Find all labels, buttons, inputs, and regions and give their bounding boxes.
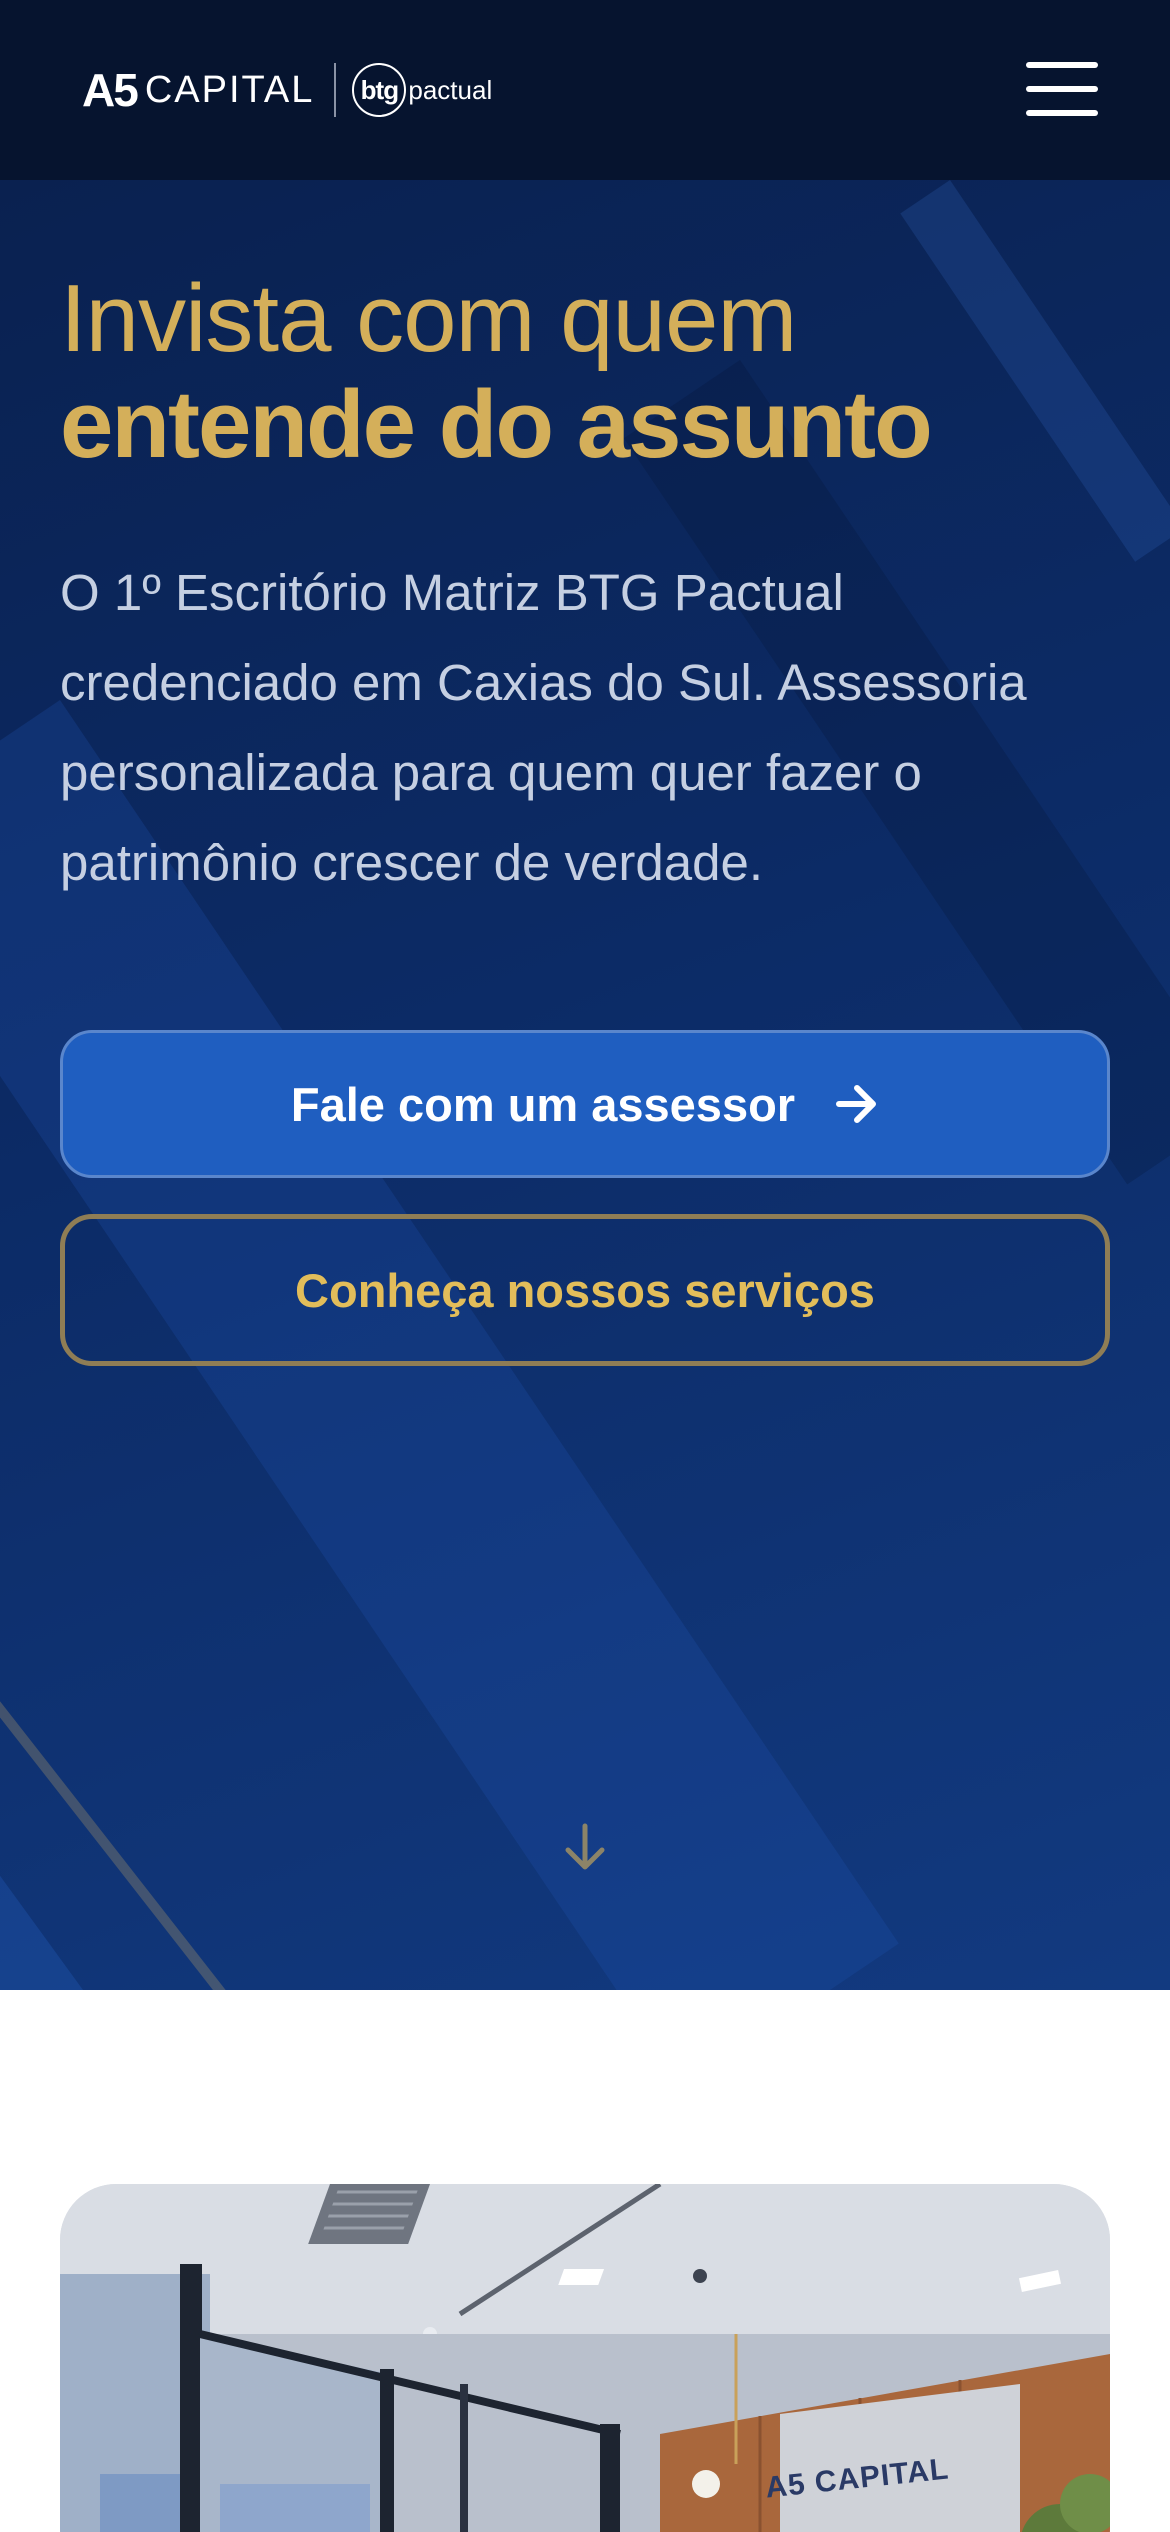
hamburger-line (1026, 110, 1098, 116)
our-services-label: Conheça nossos serviços (295, 1263, 875, 1317)
our-services-button[interactable]: Conheça nossos serviços (60, 1214, 1110, 1366)
office-photo-section: A5 CAPITAL (0, 1990, 1170, 2532)
logo-a5-mark: A5 (82, 64, 139, 116)
hero-decor-gold-line (0, 1650, 305, 1990)
office-photo: A5 CAPITAL (60, 2184, 1110, 2532)
logo-capital-text: CAPITAL (144, 68, 315, 111)
office-photo-illustration (60, 2184, 1110, 2532)
talk-to-advisor-label: Fale com um assessor (290, 1077, 796, 1131)
logo-divider (334, 63, 337, 117)
headline-bold: entende do assunto (60, 370, 933, 478)
hamburger-line (1026, 86, 1098, 92)
hero-subtext: O 1º Escritório Matriz BTG Pactual crede… (60, 564, 1027, 891)
logo-pactual-text: pactual (408, 74, 493, 105)
btg-logo-badge: btg (352, 63, 407, 117)
page: A5 CAPITAL btg pactual Invista com quem … (0, 0, 1170, 2532)
logo-btg-text: btg (360, 74, 399, 105)
site-header: A5 CAPITAL btg pactual (0, 0, 1170, 180)
arrow-right-icon (836, 1085, 877, 1123)
headline-light: Invista com quem (60, 265, 797, 372)
hamburger-menu-icon[interactable] (1026, 62, 1098, 116)
arrow-down-icon[interactable] (558, 1820, 612, 1874)
talk-to-advisor-button[interactable]: Fale com um assessor (60, 1030, 1110, 1178)
brand-logo[interactable]: A5 CAPITAL btg pactual (82, 60, 492, 120)
hero-section: Invista com quem entende do assunto O 1º… (0, 180, 1170, 1990)
hamburger-line (1026, 62, 1098, 68)
hero-headline: Invista com quem entende do assunto (60, 266, 1120, 477)
